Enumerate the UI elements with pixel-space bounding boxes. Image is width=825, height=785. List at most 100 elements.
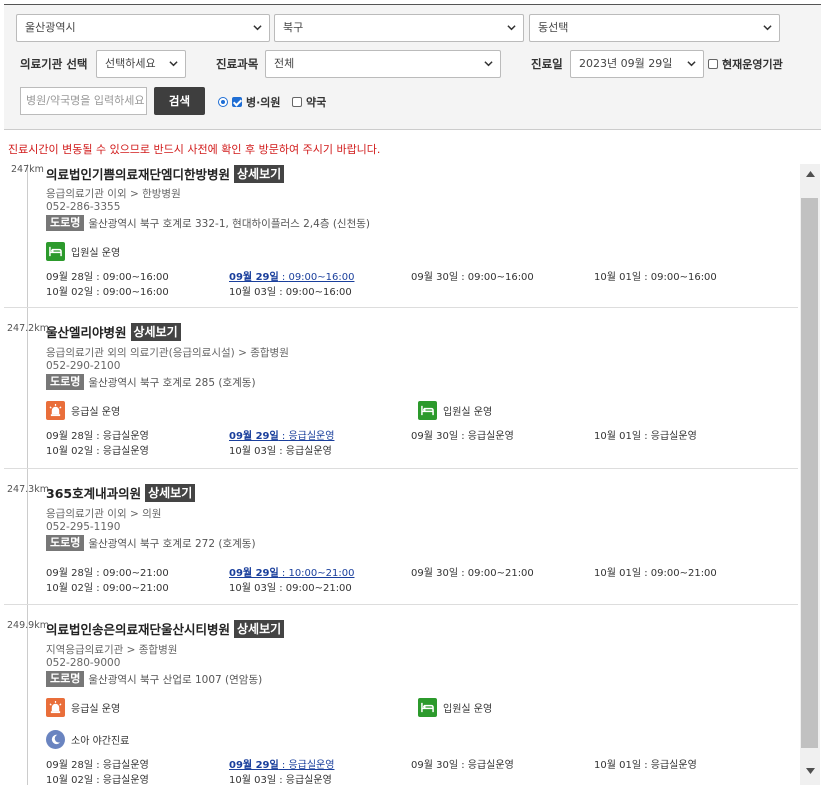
dept-select[interactable]: 전체 [265, 50, 501, 78]
search-panel: 울산광역시 북구 동선택 의료기관 선택 선택하세요 진료과목 전체 진료일 2… [4, 4, 821, 130]
moon-icon [46, 730, 65, 749]
schedule-day: 09월 28일 : 09:00~21:00 [46, 568, 169, 579]
schedule-day: 09월 28일 : 응급실운영 [46, 431, 149, 442]
bed-icon [418, 698, 437, 717]
hospital-name[interactable]: 365호계내과의원 [46, 483, 141, 502]
detail-button[interactable]: 상세보기 [234, 619, 285, 638]
service-label: 입원실 운영 [443, 704, 493, 715]
date-label: 진료일 [531, 57, 563, 71]
open-now-checkbox[interactable]: 현재운영기관 [708, 56, 783, 72]
service-label: 입원실 운영 [71, 248, 121, 259]
result-item: 249.9km 의료법인송은의료재단울산시티병원 상세보기 지역응급의료기관 >… [4, 605, 798, 785]
triangle-up-icon [805, 171, 815, 177]
org-select[interactable]: 선택하세요 [96, 50, 186, 78]
siren-icon [46, 401, 65, 420]
road-tag: 도로명 [46, 374, 85, 390]
detail-button[interactable]: 상세보기 [145, 483, 196, 502]
schedule-day: 10월 01일 : 09:00~21:00 [594, 568, 717, 579]
schedule-day: 10월 02일 : 응급실운영 [46, 446, 149, 457]
schedule-day: 09월 28일 : 응급실운영 [46, 760, 149, 771]
schedule-day-today[interactable]: 09월 29일 : 응급실운영 [229, 756, 334, 771]
distance: 247.2km [7, 323, 49, 334]
chevron-down-icon [253, 25, 262, 31]
chevron-down-icon [687, 61, 696, 67]
date-select[interactable]: 2023년 09월 29일 [570, 50, 704, 78]
hospital-label: 병·의원 [246, 96, 281, 109]
sigungu-select-value: 북구 [283, 21, 304, 34]
phone: 052-290-2100 [46, 360, 121, 372]
category: 응급의료기관 이외 > 한방병원 [46, 188, 181, 200]
result-list: 247km 의료법인기쁨의료재단엠디한방병원 상세보기 응급의료기관 이외 > … [4, 164, 798, 785]
schedule-day: 10월 03일 : 09:00~16:00 [229, 287, 352, 298]
road-tag: 도로명 [46, 671, 85, 687]
sido-select-value: 울산광역시 [25, 21, 76, 34]
category: 응급의료기관 이외 > 의원 [46, 508, 162, 520]
schedule-day: 09월 30일 : 응급실운영 [411, 431, 514, 442]
schedule-day: 10월 03일 : 응급실운영 [229, 446, 332, 457]
chevron-down-icon [763, 25, 772, 31]
phone: 052-286-3355 [46, 201, 121, 213]
phone: 052-295-1190 [46, 521, 121, 533]
chevron-down-icon [507, 25, 516, 31]
road-tag: 도로명 [46, 535, 85, 551]
service-badge: 입원실 운영 [418, 401, 492, 420]
pharmacy-filter[interactable]: 약국 [292, 94, 326, 110]
schedule-day: 10월 02일 : 응급실운영 [46, 775, 149, 785]
hospital-filter[interactable]: 병·의원 [218, 94, 281, 110]
chevron-down-icon [484, 61, 493, 67]
search-placeholder: 병원/약국명을 입력하세요 [26, 94, 145, 107]
schedule-day: 10월 02일 : 09:00~21:00 [46, 583, 169, 594]
schedule-day: 10월 01일 : 09:00~16:00 [594, 272, 717, 283]
checkbox-icon [708, 59, 718, 69]
org-select-value: 선택하세요 [105, 57, 156, 70]
sigungu-select[interactable]: 북구 [274, 14, 524, 42]
address: 울산광역시 북구 호계로 332-1, 현대하이플러스 2,4층 (신천동) [88, 217, 370, 230]
category: 응급의료기관 외의 의료기관(응급의료시설) > 종합병원 [46, 347, 289, 359]
road-tag: 도로명 [46, 215, 85, 231]
search-button[interactable]: 검색 [154, 87, 205, 115]
bed-icon [418, 401, 437, 420]
hospital-name[interactable]: 울산엘리야병원 [46, 322, 127, 341]
chevron-down-icon [169, 61, 178, 67]
schedule-day-today[interactable]: 09월 29일 : 10:00~21:00 [229, 564, 354, 579]
result-item: 247.3km 365호계내과의원 상세보기 응급의료기관 이외 > 의원 05… [4, 469, 798, 605]
service-badge: 응급실 운영 [46, 698, 120, 717]
phone: 052-280-9000 [46, 657, 121, 669]
service-label: 응급실 운영 [71, 704, 121, 715]
detail-button[interactable]: 상세보기 [234, 164, 285, 183]
schedule-day: 09월 28일 : 09:00~16:00 [46, 272, 169, 283]
distance: 249.9km [7, 620, 49, 631]
schedule-day: 09월 30일 : 09:00~21:00 [411, 568, 534, 579]
schedule-day-today[interactable]: 09월 29일 : 09:00~16:00 [229, 268, 354, 283]
siren-icon [46, 698, 65, 717]
sido-select[interactable]: 울산광역시 [16, 14, 270, 42]
schedule-day: 09월 30일 : 09:00~16:00 [411, 272, 534, 283]
org-label: 의료기관 선택 [20, 57, 88, 71]
service-label: 소아 야간진료 [71, 736, 130, 747]
search-input[interactable]: 병원/약국명을 입력하세요 [20, 87, 147, 115]
pharmacy-label: 약국 [306, 96, 327, 109]
category: 지역응급의료기관 > 종합병원 [46, 644, 178, 656]
date-select-value: 2023년 09월 29일 [579, 57, 673, 70]
service-badge: 입원실 운영 [46, 242, 120, 261]
dong-select[interactable]: 동선택 [529, 14, 780, 42]
detail-button[interactable]: 상세보기 [130, 322, 181, 341]
hospital-name[interactable]: 의료법인송은의료재단울산시티병원 [46, 619, 230, 638]
service-badge: 응급실 운영 [46, 401, 120, 420]
scroll-up-button[interactable] [800, 164, 820, 184]
scroll-thumb[interactable] [801, 198, 818, 748]
service-badge: 소아 야간진료 [46, 730, 129, 749]
scrollbar[interactable] [800, 164, 820, 785]
schedule-day: 10월 03일 : 응급실운영 [229, 775, 332, 785]
checkbox-icon [232, 97, 242, 107]
address: 울산광역시 북구 산업로 1007 (연암동) [88, 673, 263, 686]
result-item: 247km 의료법인기쁨의료재단엠디한방병원 상세보기 응급의료기관 이외 > … [4, 164, 798, 308]
service-label: 응급실 운영 [71, 407, 121, 418]
triangle-down-icon [805, 768, 815, 774]
hospital-name[interactable]: 의료법인기쁨의료재단엠디한방병원 [46, 164, 230, 183]
schedule-day: 10월 01일 : 응급실운영 [594, 431, 697, 442]
result-item: 247.2km 울산엘리야병원 상세보기 응급의료기관 외의 의료기관(응급의료… [4, 308, 798, 469]
service-badge: 입원실 운영 [418, 698, 492, 717]
schedule-day-today[interactable]: 09월 29일 : 응급실운영 [229, 427, 334, 442]
scroll-down-button[interactable] [800, 761, 820, 781]
